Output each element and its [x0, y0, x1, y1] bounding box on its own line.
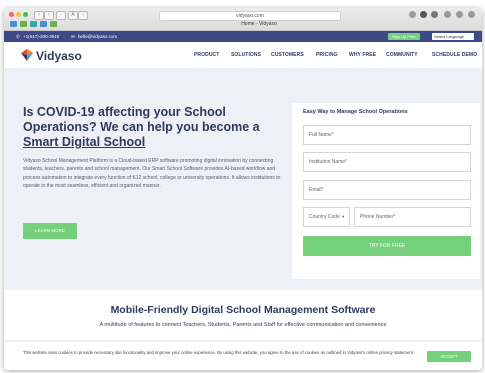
reader-icon[interactable]: A	[68, 11, 78, 20]
favorite-icon-2[interactable]	[20, 21, 27, 27]
email-field[interactable]: Email*	[303, 180, 471, 200]
hero-title: Is COVID-19 affecting your School Operat…	[23, 105, 263, 150]
back-icon[interactable]: ‹	[34, 11, 44, 20]
download-icon[interactable]	[444, 11, 451, 18]
share-small-icon[interactable]: ↑	[78, 11, 88, 20]
extension-icon[interactable]	[420, 11, 427, 18]
features-subtitle: A multitude of features to connect Teach…	[99, 322, 387, 328]
nav-pricing[interactable]: PRICING	[316, 52, 338, 58]
phone-icon: ✆	[16, 34, 20, 39]
phone-number-field[interactable]: Phone Number*	[354, 207, 471, 227]
tabs-icon[interactable]	[468, 11, 475, 18]
nav-schedule-demo[interactable]: SCHEDULE DEMO	[432, 52, 477, 58]
contact-bar: ✆ +1(647)-200-3918 ✉ hello@vidyaso.com S…	[4, 31, 482, 42]
learn-more-button[interactable]: LEARN MORE	[23, 223, 77, 239]
close-window-icon[interactable]	[9, 12, 14, 17]
nav-why-free[interactable]: WHY FREE	[349, 52, 376, 58]
hero-description: Vidyaso School Management Platform is a …	[23, 158, 281, 189]
forward-icon[interactable]: ›	[44, 11, 54, 20]
chevron-down-icon: ▼	[341, 214, 346, 219]
minimize-window-icon[interactable]	[16, 12, 21, 17]
reload-icon[interactable]	[409, 11, 416, 18]
hero-title-link[interactable]: Smart Digital School	[23, 135, 263, 150]
mail-icon: ✉	[71, 34, 75, 39]
tab-home[interactable]: Home - Vidyaso	[214, 21, 304, 28]
favorite-icon-1[interactable]	[10, 21, 17, 27]
form-title: Easy Way to Manage School Operations	[303, 109, 408, 115]
try-for-free-button[interactable]: TRY FOR FREE	[303, 236, 471, 256]
browser-toolbar: ‹ › ▫ A ↑ vidyaso.com Home - Vidyaso	[4, 8, 482, 31]
hero-title-line: Operations? We can help you become a	[23, 120, 260, 134]
features-title: Mobile-Friendly Digital School Managemen…	[110, 304, 376, 316]
favorite-icon-4[interactable]	[40, 21, 47, 27]
full-name-field[interactable]: Full Name*	[303, 125, 471, 145]
nav-solutions[interactable]: SOLUTIONS	[231, 52, 261, 58]
phone-number[interactable]: +1(647)-200-3918	[23, 31, 59, 42]
share-icon[interactable]	[456, 11, 463, 18]
language-select[interactable]: Select Language	[432, 33, 474, 40]
favorite-icon-3[interactable]	[30, 21, 37, 27]
browser-window: ‹ › ▫ A ↑ vidyaso.com Home - Vidyaso ✆ +…	[4, 8, 482, 370]
nav-product[interactable]: PRODUCT	[194, 52, 219, 58]
email-link[interactable]: hello@vidyaso.com	[78, 31, 117, 42]
nav-community[interactable]: COMMUNITY	[386, 52, 418, 58]
country-code-label: Country Code	[309, 214, 340, 220]
sidebar-icon[interactable]: ▫	[56, 11, 66, 20]
hero-section: Is COVID-19 affecting your School Operat…	[4, 68, 482, 290]
signup-form: Easy Way to Manage School Operations Ful…	[292, 103, 480, 279]
hero-title-line: Is COVID-19 affecting your School	[23, 105, 226, 119]
brand-name[interactable]: Vidyaso	[36, 49, 82, 63]
vidyaso-logo-icon[interactable]	[21, 49, 33, 61]
main-navigation: Vidyaso PRODUCT SOLUTIONS CUSTOMERS PRIC…	[4, 42, 482, 69]
institution-name-field[interactable]: Institution Name*	[303, 152, 471, 172]
favorite-icon-5[interactable]	[50, 21, 57, 27]
nav-customers[interactable]: CUSTOMERS	[271, 52, 304, 58]
sign-up-button[interactable]: Sign Up Free	[388, 33, 420, 40]
privacy-icon[interactable]	[431, 11, 438, 18]
country-code-select[interactable]: Country Code ▼	[303, 207, 350, 227]
address-bar[interactable]: vidyaso.com	[159, 11, 341, 21]
accept-cookies-button[interactable]: ACCEPT	[427, 351, 471, 362]
maximize-window-icon[interactable]	[23, 12, 28, 17]
cookie-banner: This website uses cookies to provide nec…	[4, 342, 482, 370]
cookie-notice-text: This website uses cookies to provide nec…	[23, 350, 415, 355]
